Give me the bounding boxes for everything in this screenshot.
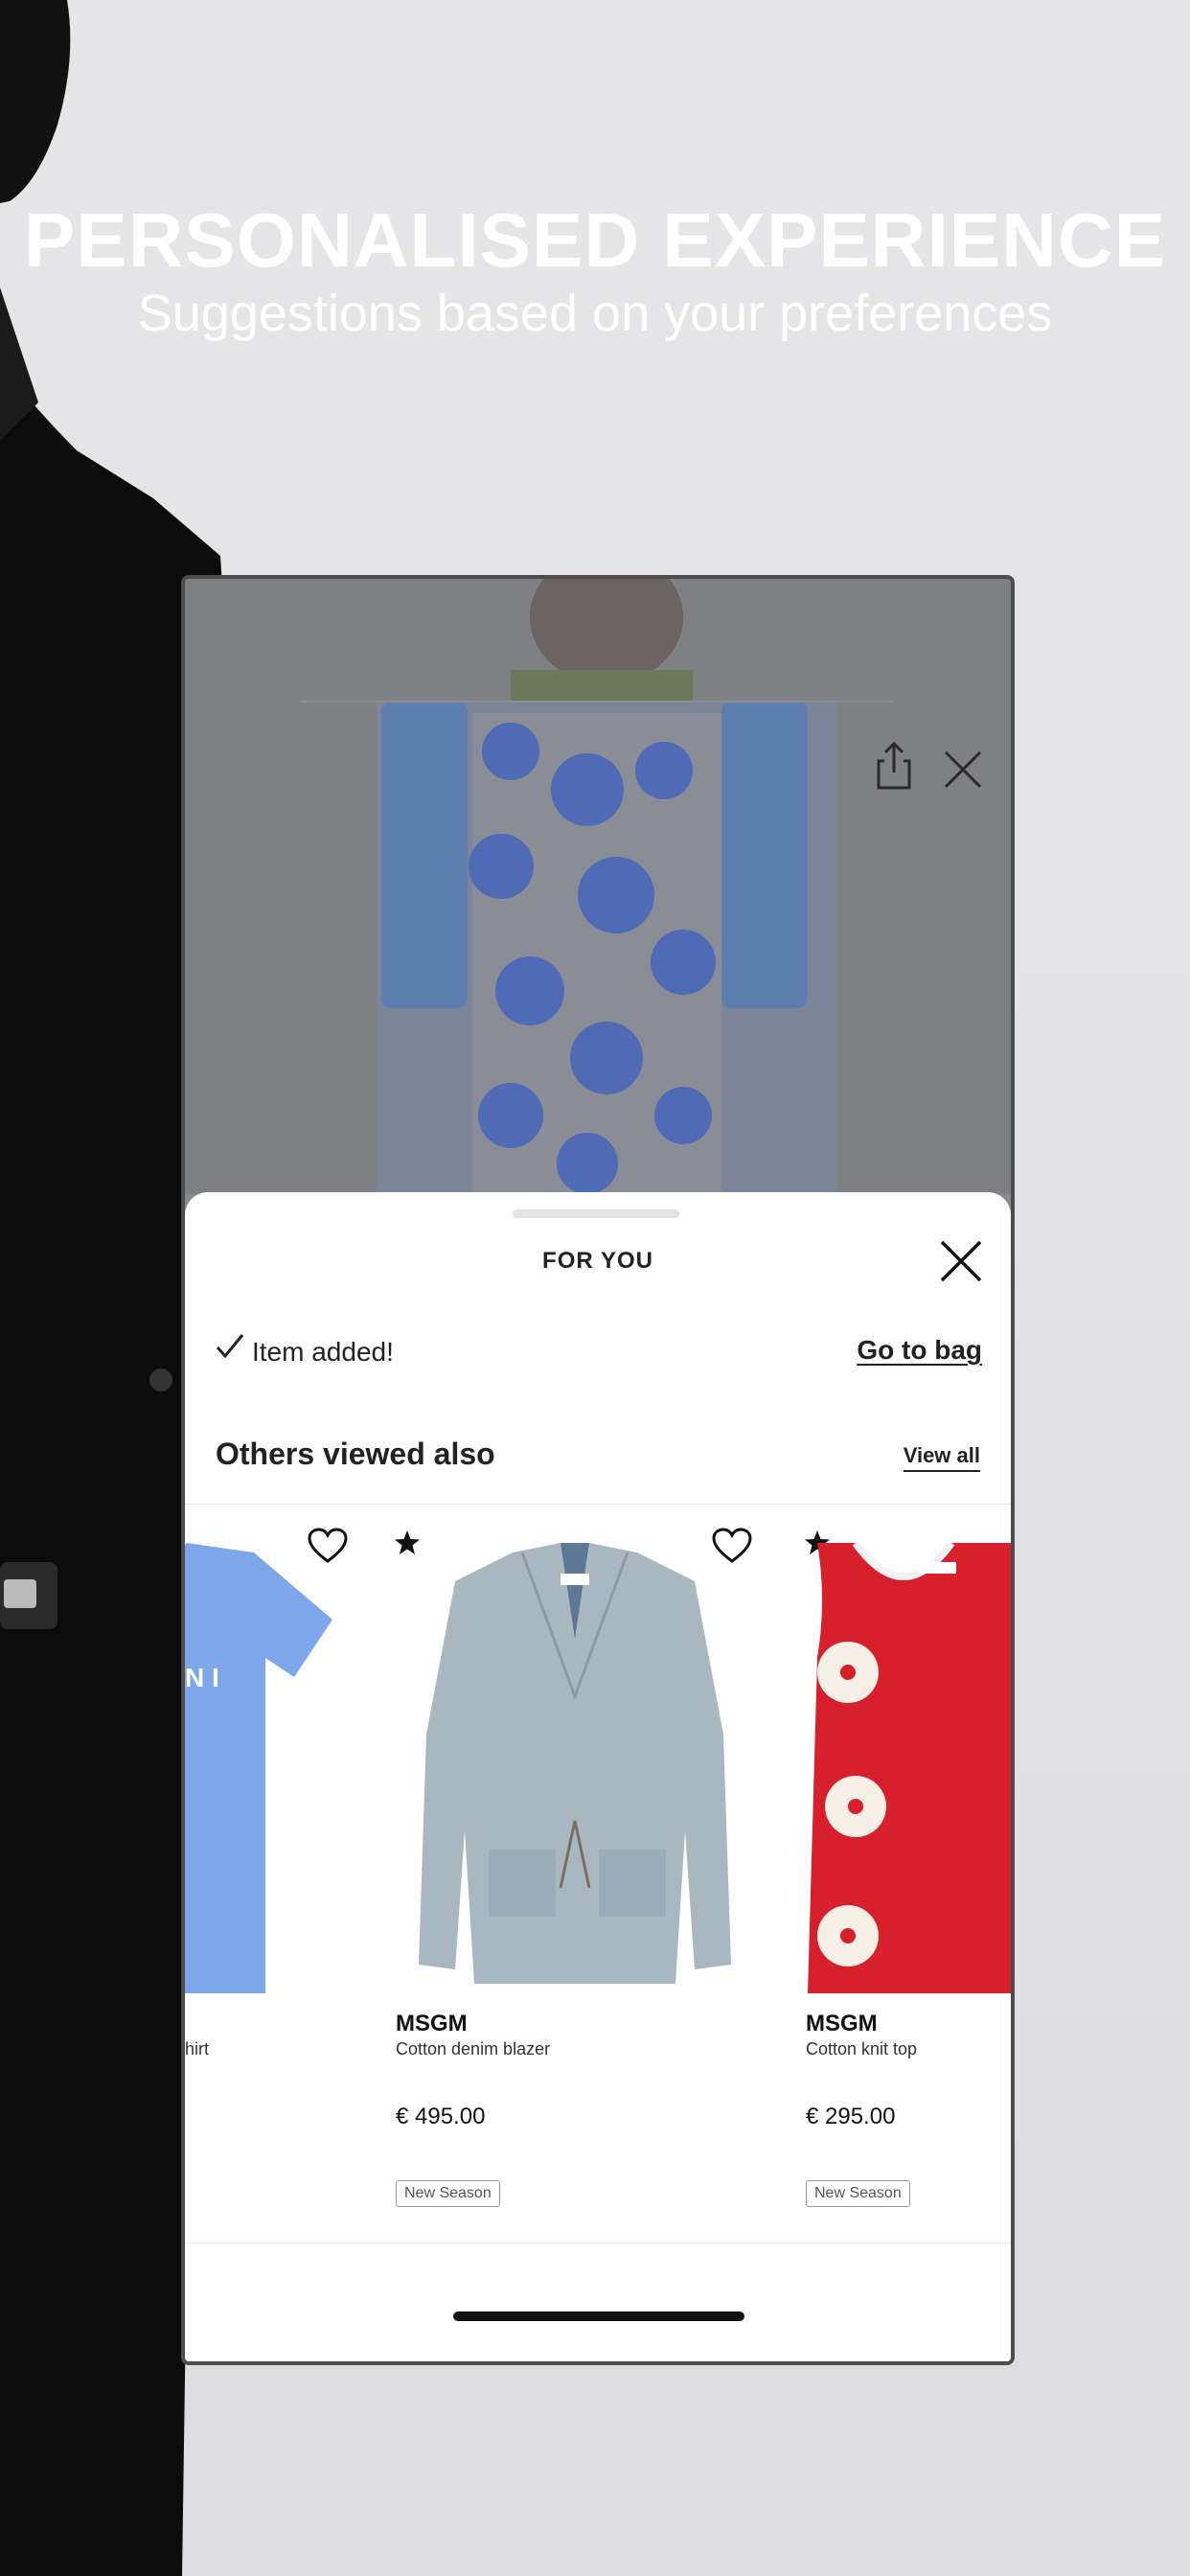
svg-text:N I: N I — [185, 1663, 219, 1692]
phone-screen: FOR YOU Item added! Go to bag Others vie… — [181, 575, 1015, 2365]
item-added-banner: Item added! Go to bag — [216, 1329, 982, 1375]
product-card[interactable]: N I hirt — [185, 1505, 370, 2242]
product-price: € 495.00 — [396, 2104, 486, 2129]
check-icon — [216, 1334, 244, 1359]
product-name: Cotton knit top — [806, 2039, 918, 2058]
product-name: Cotton denim blazer — [396, 2039, 551, 2058]
promo-headline: PERSONALISED EXPERIENCE — [23, 197, 1167, 283]
view-all-link[interactable]: View all — [903, 1443, 980, 1472]
home-indicator — [453, 2312, 744, 2321]
section-title: Others viewed also — [216, 1437, 495, 1471]
product-image — [808, 1543, 1011, 1993]
product-card[interactable]: MSGM Cotton denim blazer € 495.00 New Se… — [369, 1505, 780, 2242]
product-brand: MSGM — [396, 2011, 468, 2036]
go-to-bag-link[interactable]: Go to bag — [857, 1335, 982, 1366]
for-you-bottom-sheet: FOR YOU Item added! Go to bag Others vie… — [185, 1192, 1011, 2361]
new-season-badge: New Season — [806, 2180, 910, 2207]
product-card[interactable]: MSGM Cotton knit top € 295.00 New Season — [779, 1505, 1011, 2242]
item-added-text: Item added! — [252, 1337, 394, 1367]
product-carousel[interactable]: N I hirt MSGM Cotton denim blazer € 495.… — [185, 1504, 1011, 2243]
product-hero-image — [185, 579, 1011, 1194]
product-image — [419, 1543, 731, 1984]
new-season-badge: New Season — [396, 2180, 500, 2207]
product-brand: MSGM — [806, 2011, 878, 2036]
product-price: € 295.00 — [806, 2104, 896, 2129]
sheet-title: FOR YOU — [542, 1248, 653, 1274]
dimmed-product-page — [185, 579, 1011, 1194]
close-icon[interactable] — [938, 1238, 984, 1284]
close-icon[interactable] — [943, 749, 983, 790]
promo-subheadline: Suggestions based on your preferences — [137, 285, 1053, 342]
product-image: N I — [185, 1543, 332, 1993]
share-icon[interactable] — [875, 742, 913, 792]
product-name: hirt — [185, 2039, 210, 2058]
sheet-grabber[interactable] — [513, 1209, 679, 1218]
